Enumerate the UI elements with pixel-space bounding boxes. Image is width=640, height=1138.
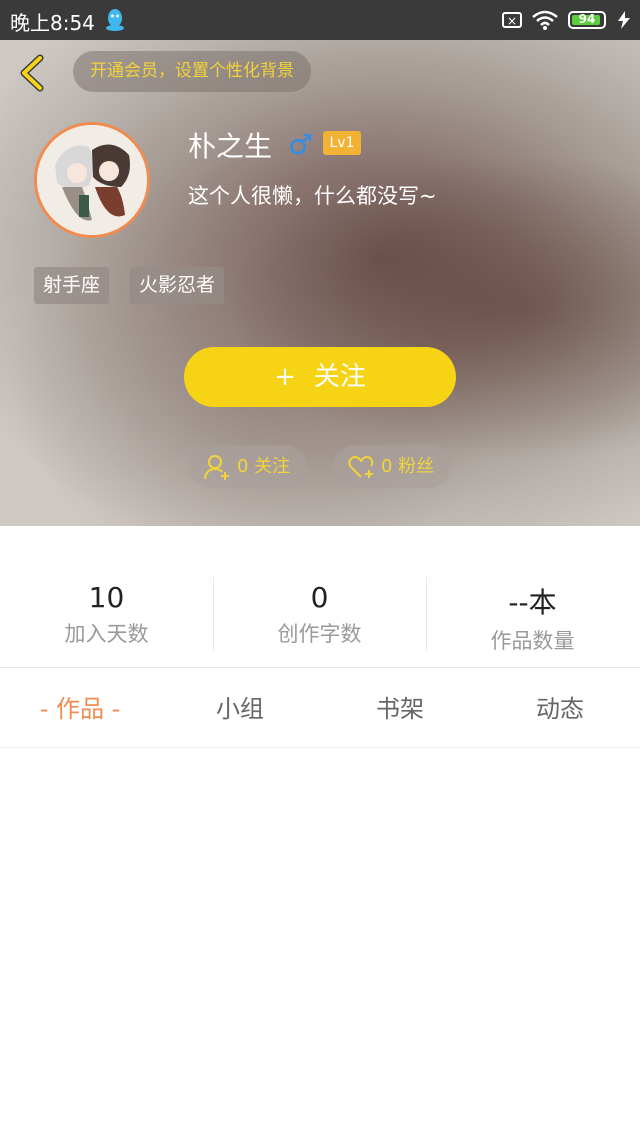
stat-works-count: --本 作品数量 [426,565,639,655]
following-count-button[interactable]: 0 关注 [189,445,307,488]
qq-icon [106,9,124,31]
follow-button[interactable]: + 关注 [184,347,456,407]
stat-join-days: 10 加入天数 [0,565,213,655]
battery-level: 94 [578,12,596,26]
vip-background-banner[interactable]: 开通会员，设置个性化背景 [73,51,311,92]
stat-value: 10 [88,581,125,614]
gender-male-icon: ♂ [288,128,314,161]
level-badge: Lv1 [323,131,361,155]
stat-label: 作品数量 [490,629,575,653]
follow-button-label: 关注 [313,362,366,392]
profile-stats: 10 加入天数 0 创作字数 --本 作品数量 [0,565,640,655]
tab-works[interactable]: - 作品 - [0,668,160,748]
fans-count: 0 粉丝 [381,456,435,477]
tab-groups[interactable]: 小组 [160,668,320,748]
profile-tag: 射手座 [34,267,110,304]
fans-count-button[interactable]: 0 粉丝 [333,445,451,488]
add-user-icon [204,454,229,480]
stat-word-count: 0 创作字数 [213,565,426,655]
username: 朴之生 [188,130,273,163]
battery-icon: 94 [568,11,606,29]
stat-label: 创作字数 [277,622,362,646]
profile-tabs: - 作品 - 小组 书架 动态 [0,668,640,748]
status-time: 晚上8:54 [10,11,95,35]
status-bar: 晚上8:54 × 94 [0,0,640,40]
divider [0,747,640,748]
charging-icon [618,11,630,29]
stat-value: --本 [508,586,557,619]
tab-bookshelf[interactable]: 书架 [320,668,480,748]
wifi-icon [532,10,558,30]
back-arrow-icon[interactable] [14,52,50,94]
tab-activity[interactable]: 动态 [480,668,640,748]
sim-icon: × [502,12,522,28]
avatar[interactable] [34,122,150,238]
status-icons: × 94 [502,8,632,32]
user-bio: 这个人很懒，什么都没写~ [188,184,437,208]
avatar-image [37,125,147,235]
heart-plus-icon [348,455,374,478]
profile-tag: 火影忍者 [130,267,225,304]
stat-value: 0 [310,581,329,614]
stat-label: 加入天数 [64,622,149,646]
plus-icon: + [274,362,296,392]
following-count: 0 关注 [237,456,291,477]
